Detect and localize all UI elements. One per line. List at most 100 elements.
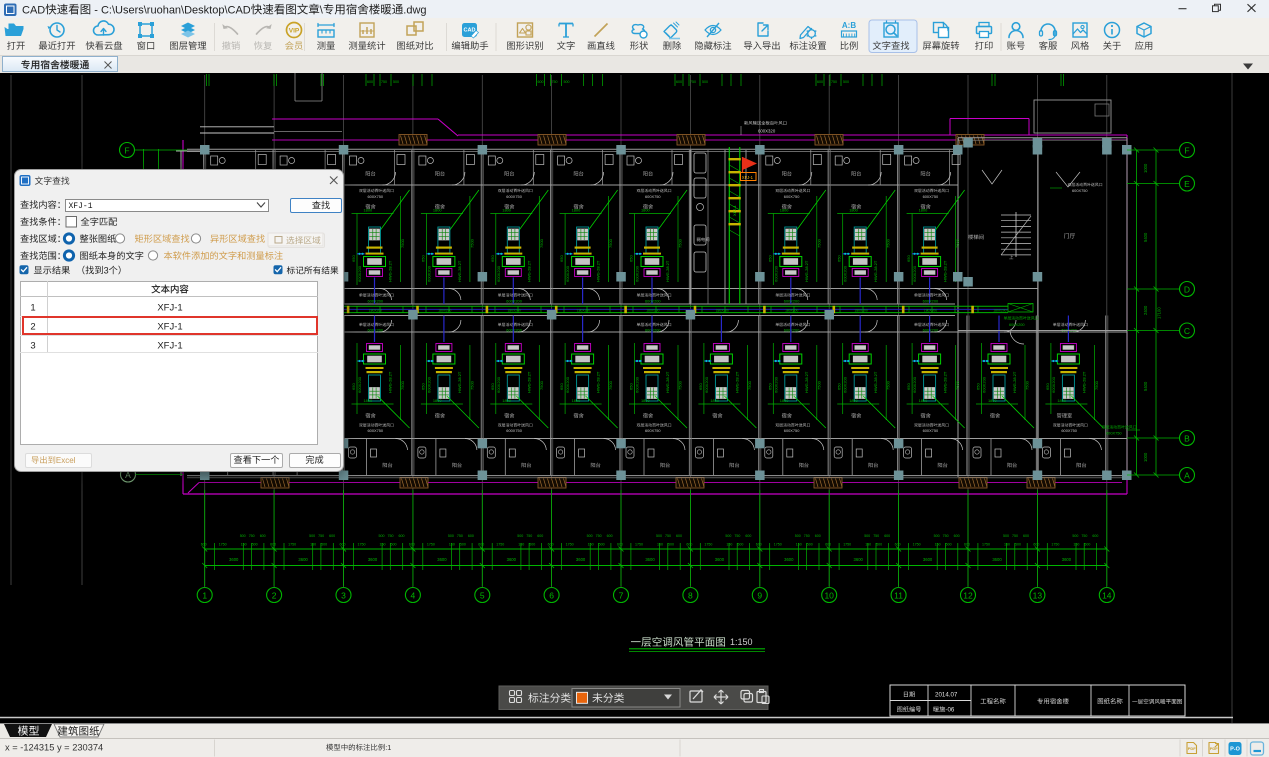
svg-text:3600: 3600 (645, 557, 655, 562)
svg-text:650: 650 (906, 255, 911, 262)
svg-text:7500: 7500 (816, 380, 821, 390)
svg-text:650: 650 (837, 383, 842, 390)
svg-text:1750: 1750 (358, 543, 366, 547)
svg-text:600X200: 600X200 (912, 376, 917, 393)
svg-text:HWG-28.2T: HWG-28.2T (457, 371, 462, 393)
svg-text:600X200: 600X200 (426, 265, 431, 282)
svg-text:600X750: 600X750 (784, 428, 800, 433)
svg-text:HWG-28.2T: HWG-28.2T (526, 371, 531, 393)
svg-text:HWG-28.2T: HWG-28.2T (596, 371, 601, 393)
svg-text:180X200: 180X200 (508, 308, 521, 312)
svg-text:5400: 5400 (1143, 381, 1148, 391)
svg-text:500: 500 (587, 534, 593, 538)
svg-text:HWG-28.2T: HWG-28.2T (457, 260, 462, 282)
svg-text:600X750: 600X750 (368, 428, 384, 433)
svg-text:1750: 1750 (635, 543, 643, 547)
svg-text:750: 750 (734, 534, 740, 538)
svg-text:150: 150 (1004, 543, 1010, 547)
svg-text:HWG-28.2T: HWG-28.2T (596, 260, 601, 282)
svg-text:7500: 7500 (816, 238, 821, 248)
svg-text:1800: 1800 (780, 398, 789, 403)
svg-text:180X200: 180X200 (577, 308, 590, 312)
svg-text:HWG-28.2T: HWG-28.2T (388, 371, 393, 393)
svg-text:150: 150 (1073, 543, 1079, 547)
svg-text:650: 650 (629, 255, 634, 262)
svg-text:7500: 7500 (539, 380, 544, 390)
svg-text:600X750: 600X750 (923, 428, 939, 433)
svg-text:600X750: 600X750 (1072, 188, 1088, 193)
svg-text:500: 500 (934, 534, 940, 538)
svg-text:1800: 1800 (710, 398, 719, 403)
svg-text:750: 750 (552, 80, 558, 84)
svg-text:600: 600 (817, 80, 823, 84)
svg-text:1800: 1800 (572, 398, 581, 403)
svg-text:HWG-28.2T: HWG-28.2T (804, 371, 809, 393)
svg-text:500: 500 (309, 534, 315, 538)
svg-text:600: 600 (825, 543, 831, 547)
svg-text:750: 750 (318, 534, 324, 538)
svg-text:HWG-28.2T: HWG-28.2T (388, 260, 393, 282)
svg-text:1800: 1800 (849, 208, 858, 213)
svg-text:7500: 7500 (886, 238, 891, 248)
svg-text:1800: 1800 (433, 398, 442, 403)
svg-text:7500: 7500 (678, 380, 683, 390)
svg-text:600X200: 600X200 (426, 376, 431, 393)
svg-text:7500: 7500 (747, 380, 752, 390)
svg-text:5: 5 (480, 590, 485, 600)
svg-text:1800: 1800 (433, 208, 442, 213)
svg-text:750: 750 (596, 534, 602, 538)
svg-text:650: 650 (351, 383, 356, 390)
svg-text:3600: 3600 (437, 557, 447, 562)
svg-text:1800: 1800 (780, 208, 789, 213)
svg-text:600X200: 600X200 (496, 265, 501, 282)
svg-text:180X200: 180X200 (924, 308, 937, 312)
svg-text:500: 500 (876, 543, 882, 547)
svg-text:500: 500 (946, 543, 952, 547)
svg-text:13: 13 (1033, 590, 1043, 600)
svg-text:150: 150 (657, 543, 663, 547)
svg-text:1:150: 1:150 (730, 637, 753, 647)
svg-text:HWG-28.2T: HWG-28.2T (804, 260, 809, 282)
svg-text:600X200: 600X200 (773, 265, 778, 282)
svg-text:1800: 1800 (641, 398, 650, 403)
svg-text:3600: 3600 (854, 557, 864, 562)
svg-text:600: 600 (409, 543, 415, 547)
svg-text:HWG-28.2T: HWG-28.2T (873, 260, 878, 282)
svg-text:600: 600 (537, 534, 543, 538)
svg-text:1: 1 (202, 590, 207, 600)
svg-text:1000: 1000 (1143, 163, 1148, 173)
svg-text:150: 150 (310, 543, 316, 547)
svg-text:500: 500 (702, 80, 708, 84)
svg-text:600X750: 600X750 (506, 428, 522, 433)
svg-text:7500: 7500 (1025, 380, 1030, 390)
svg-text:600: 600 (468, 534, 474, 538)
svg-text:XFJ-1: XFJ-1 (732, 205, 737, 216)
svg-text:6: 6 (549, 590, 554, 600)
svg-text:500: 500 (393, 80, 399, 84)
svg-text:600: 600 (884, 534, 890, 538)
svg-text:1750: 1750 (982, 543, 990, 547)
svg-text:1750: 1750 (288, 543, 296, 547)
svg-text:600X200: 600X200 (1051, 376, 1056, 393)
svg-text:500: 500 (599, 543, 605, 547)
svg-text:600X200: 600X200 (565, 265, 570, 282)
svg-text:500: 500 (529, 543, 535, 547)
svg-text:600X200: 600X200 (773, 376, 778, 393)
svg-text:HWG-28.2T: HWG-28.2T (665, 371, 670, 393)
svg-text:650: 650 (906, 383, 911, 390)
svg-text:600X320: 600X320 (758, 129, 776, 134)
svg-text:7500: 7500 (469, 380, 474, 390)
svg-text:600X200: 600X200 (357, 265, 362, 282)
svg-text:500: 500 (240, 534, 246, 538)
svg-text:1800: 1800 (364, 208, 373, 213)
svg-text:17100: 17100 (1157, 307, 1162, 319)
svg-text:600: 600 (538, 80, 544, 84)
svg-text:D: D (1184, 284, 1190, 294)
svg-text:180X200: 180X200 (369, 308, 382, 312)
svg-text:600X200: 600X200 (982, 376, 987, 393)
svg-text:600X200: 600X200 (635, 376, 640, 393)
svg-text:7500: 7500 (400, 238, 405, 248)
svg-text:7500: 7500 (955, 380, 960, 390)
svg-text:180X200: 180X200 (993, 308, 1006, 312)
svg-text:500: 500 (321, 543, 327, 547)
